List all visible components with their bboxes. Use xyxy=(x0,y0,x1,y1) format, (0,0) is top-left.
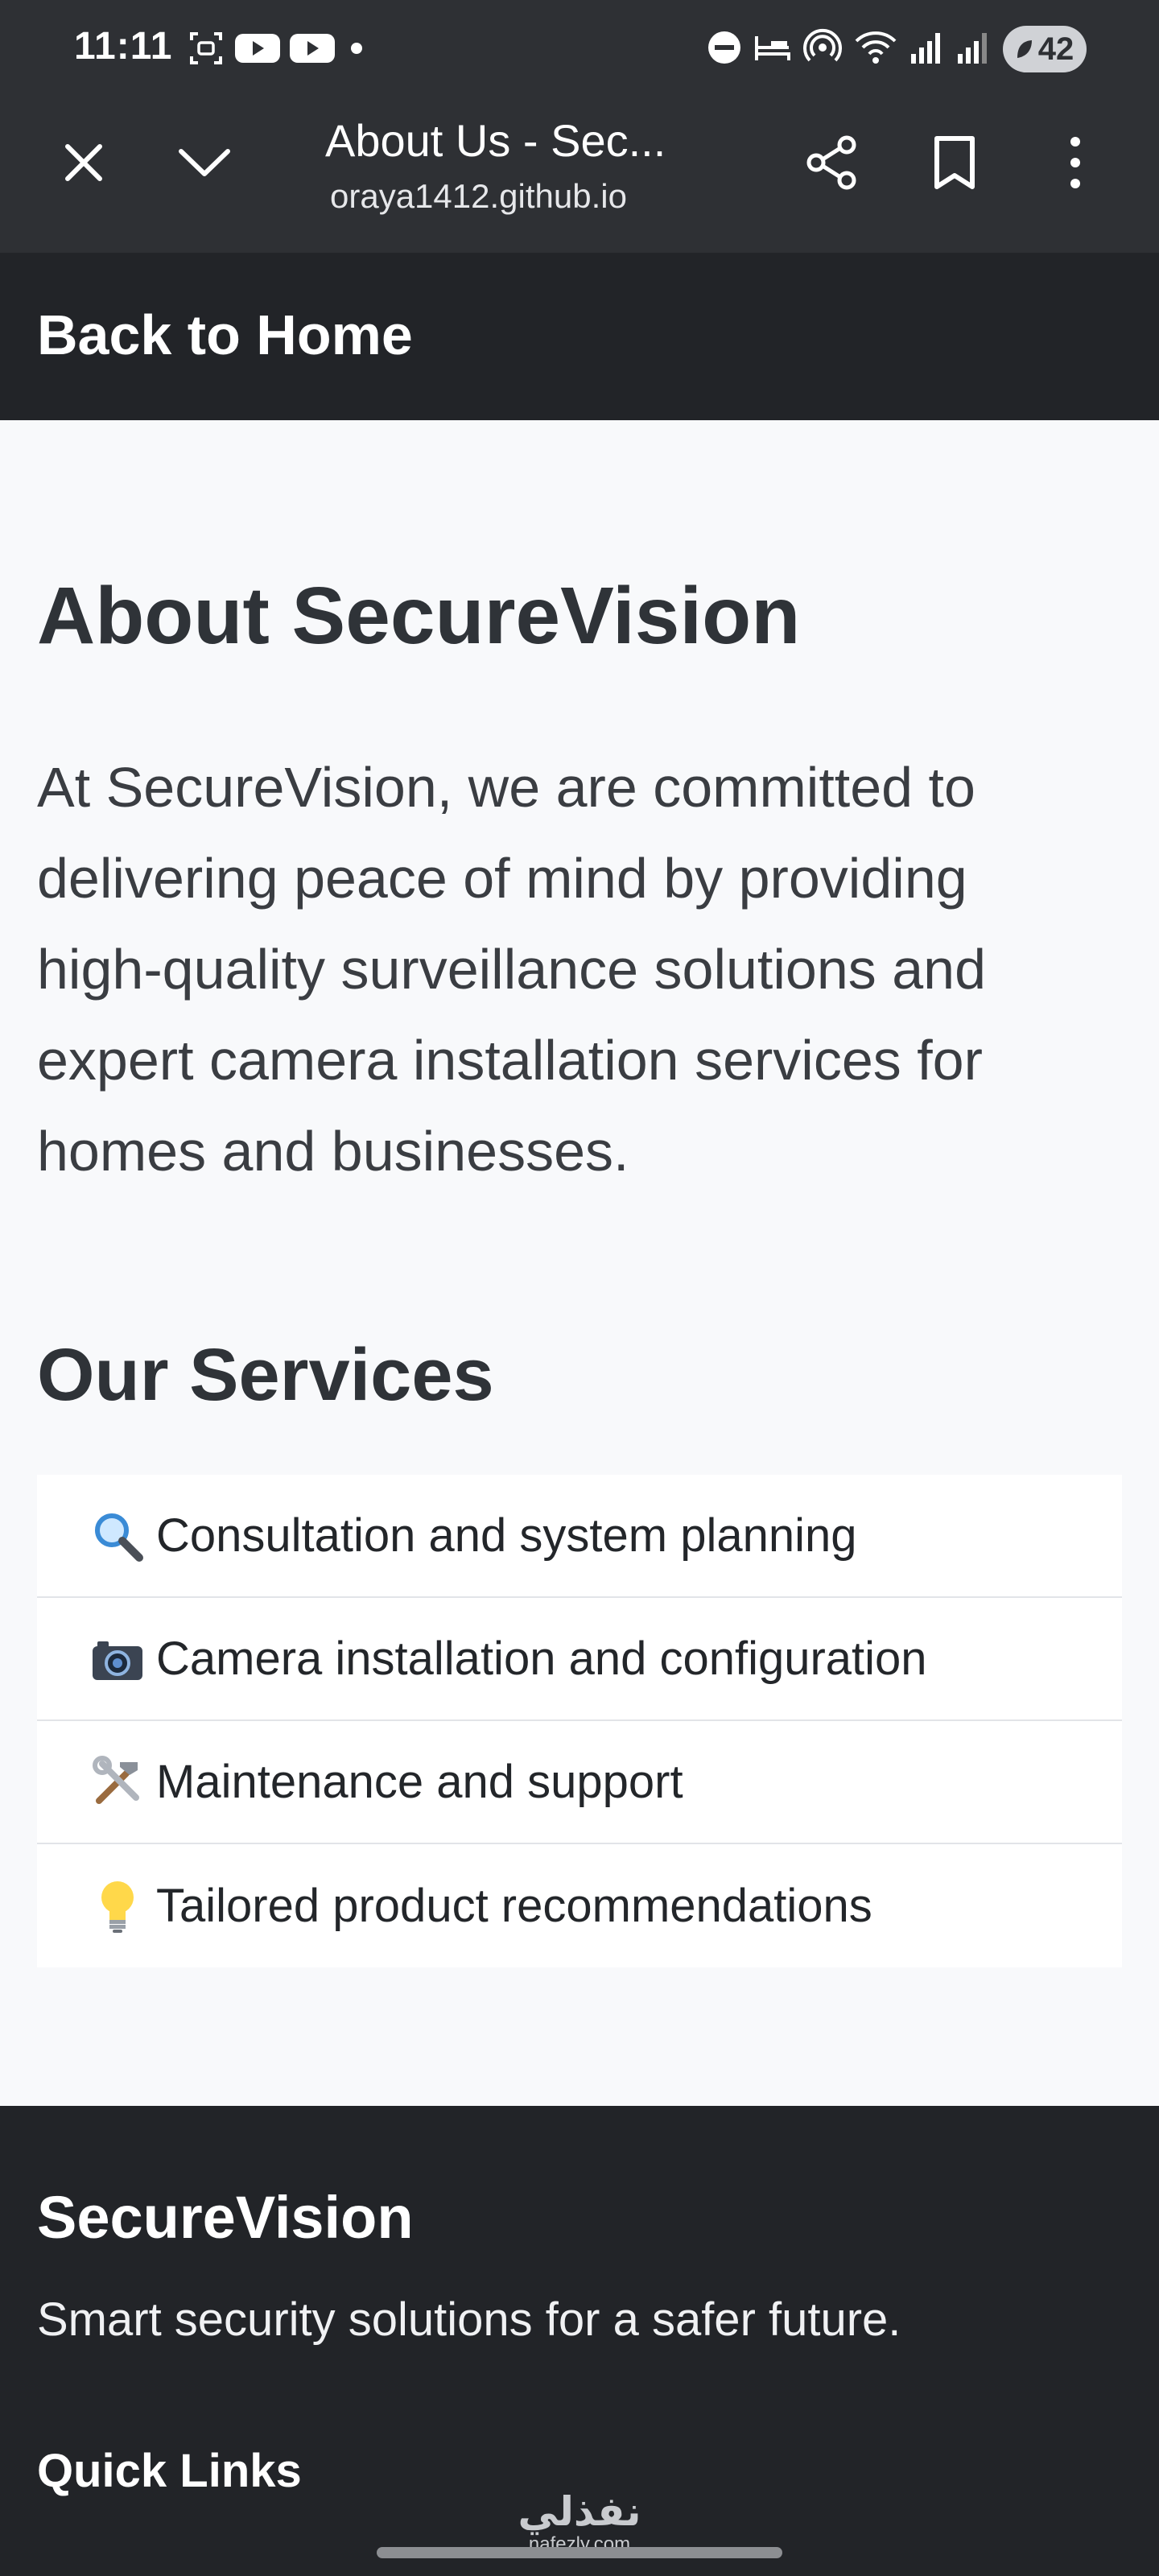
watermark-arabic: نفذلي xyxy=(518,2488,641,2535)
youtube-icon xyxy=(290,32,335,68)
back-to-home-link[interactable]: Back to Home xyxy=(37,303,413,367)
url-display[interactable]: oraya1412.github.io xyxy=(330,177,627,216)
status-bar: 11:11 42 xyxy=(0,0,1159,98)
lightbulb-icon xyxy=(85,1874,150,1938)
youtube-icon xyxy=(235,32,280,68)
footer-tagline: Smart security solutions for a safer fut… xyxy=(37,2293,901,2346)
leaf-icon xyxy=(1016,31,1033,68)
dnd-icon xyxy=(707,30,742,69)
chevron-down-icon[interactable] xyxy=(172,130,237,195)
status-left-icons xyxy=(187,29,369,72)
tools-icon xyxy=(85,1750,150,1814)
service-label: Maintenance and support xyxy=(156,1756,683,1808)
service-label: Tailored product recommendations xyxy=(156,1880,872,1932)
magnifier-icon xyxy=(85,1504,150,1568)
status-time: 11:11 xyxy=(74,25,173,68)
site-header: Back to Home xyxy=(0,253,1159,420)
service-item: Camera installation and configuration xyxy=(37,1598,1122,1721)
footer-brand: SecureVision xyxy=(37,2184,414,2251)
services-heading: Our Services xyxy=(37,1334,494,1416)
share-icon[interactable] xyxy=(800,130,864,195)
signal-icon xyxy=(956,30,992,69)
screenshot-icon xyxy=(187,29,225,72)
service-label: Camera installation and configuration xyxy=(156,1633,927,1685)
gesture-nav-handle[interactable] xyxy=(377,2547,782,2558)
about-paragraph: At SecureVision, we are committed to del… xyxy=(37,756,987,1183)
battery-indicator: 42 xyxy=(1003,26,1087,72)
service-item: Maintenance and support xyxy=(37,1721,1122,1844)
battery-level: 42 xyxy=(1037,31,1074,67)
main-content: About SecureVision At SecureVision, we a… xyxy=(0,420,1159,2106)
about-heading: About SecureVision xyxy=(37,571,801,661)
quick-links-heading: Quick Links xyxy=(37,2445,302,2497)
browser-toolbar: About Us - Sec... oraya1412.github.io xyxy=(0,98,1159,253)
hotspot-icon xyxy=(803,28,842,71)
dot-icon xyxy=(344,32,369,68)
wifi-icon xyxy=(853,28,898,71)
service-item: Consultation and system planning xyxy=(37,1475,1122,1598)
camera-icon xyxy=(85,1627,150,1691)
signal-icon xyxy=(909,30,945,69)
bookmark-icon[interactable] xyxy=(922,130,987,195)
sleep-icon xyxy=(753,30,792,69)
close-icon[interactable] xyxy=(52,130,116,195)
page-title-tab[interactable]: About Us - Sec... xyxy=(325,114,666,167)
service-label: Consultation and system planning xyxy=(156,1509,857,1562)
service-item: Tailored product recommendations xyxy=(37,1844,1122,1967)
watermark: نفذلي nafezly.com xyxy=(499,2489,660,2555)
services-list: Consultation and system planning Camera … xyxy=(37,1475,1122,1967)
more-vert-icon[interactable] xyxy=(1043,130,1107,195)
status-right-icons: 42 xyxy=(707,26,1087,72)
